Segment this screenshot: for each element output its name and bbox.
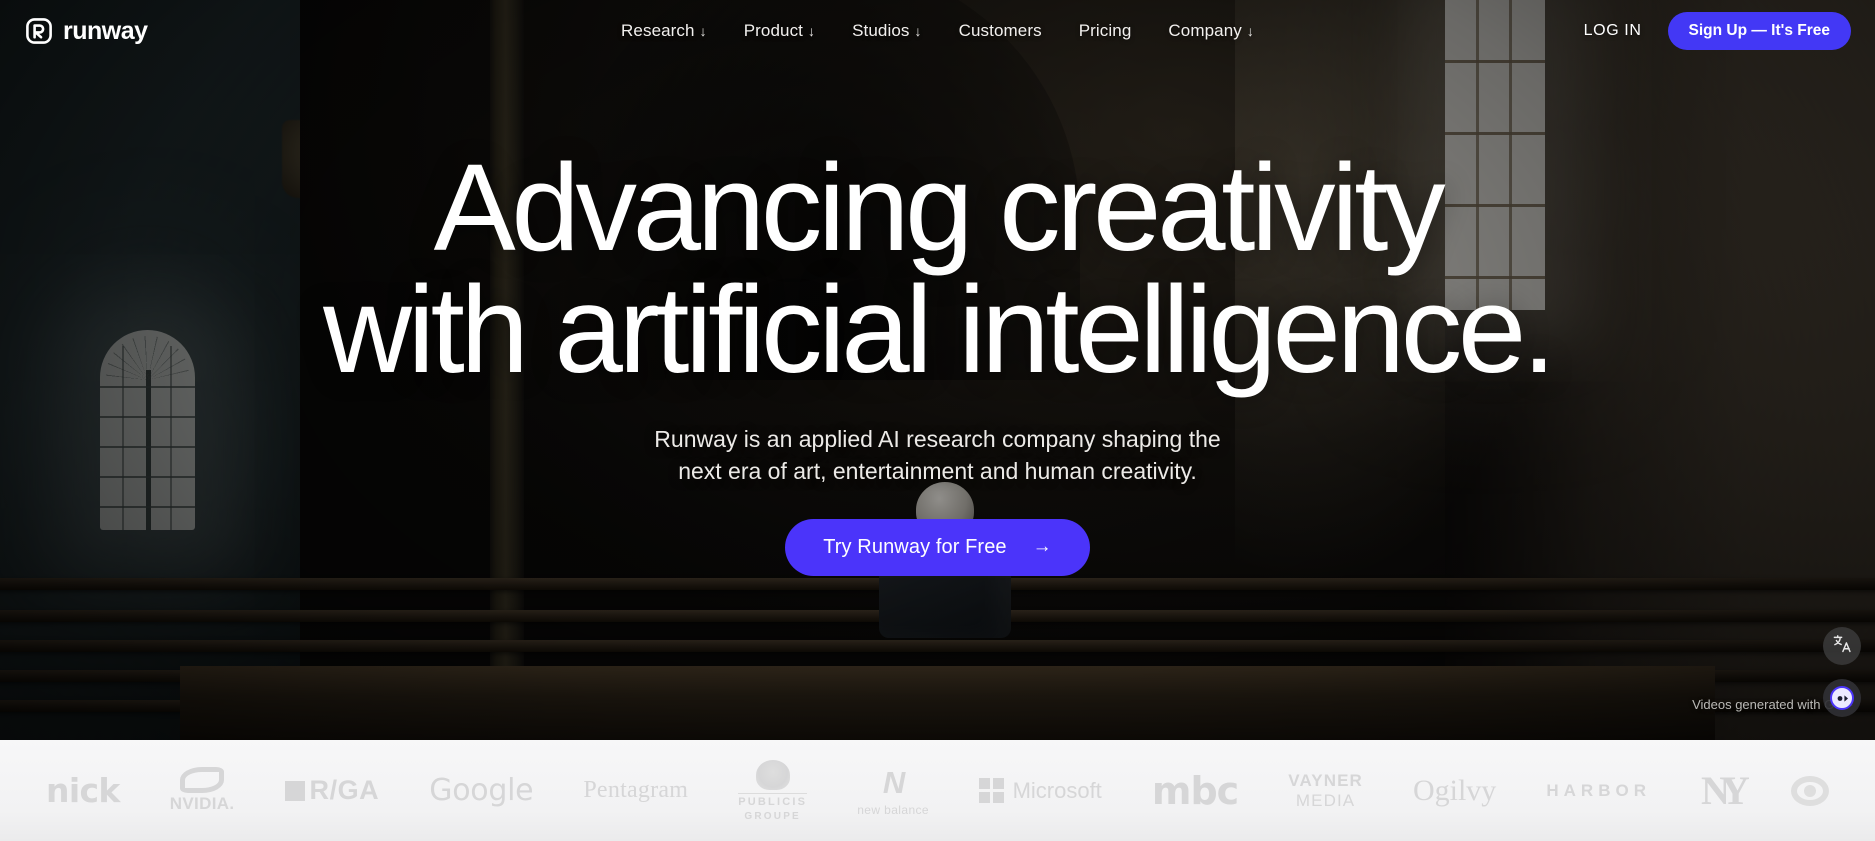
- cta-label: Try Runway for Free: [823, 535, 1007, 558]
- logo-new-york-yankees: NY: [1701, 767, 1750, 814]
- chevron-down-icon: ↓: [808, 23, 816, 39]
- nav-item-label: Customers: [958, 21, 1042, 40]
- translate-icon: [1832, 633, 1853, 659]
- nav-item-label: Studios: [852, 21, 910, 40]
- nav-item-company[interactable]: Company ↓: [1168, 21, 1254, 41]
- signup-button[interactable]: Sign Up — It's Free: [1667, 12, 1851, 50]
- new-balance-n-icon: N: [882, 764, 905, 800]
- nav-item-label: Pricing: [1078, 21, 1132, 40]
- hero-video-background: Advancing creativity with artificial int…: [0, 0, 1875, 740]
- logo-label: R/GA: [309, 775, 380, 805]
- logo-label: new balance: [857, 802, 929, 817]
- chat-support-button[interactable]: [1823, 679, 1861, 717]
- logo-google: Google: [429, 773, 534, 808]
- client-logo-bar: nick NVIDIA. R/GA Google Pentagram PUBLI…: [0, 740, 1875, 841]
- page-title: Advancing creativity with artificial int…: [0, 147, 1875, 399]
- headline-line-1: Advancing creativity: [433, 140, 1446, 277]
- hero-copy: Advancing creativity with artificial int…: [0, 147, 1875, 576]
- chat-icon: [1830, 686, 1854, 710]
- chevron-down-icon: ↓: [914, 23, 922, 39]
- logo-harbor: HARBOR: [1546, 780, 1651, 800]
- landing-page: Advancing creativity with artificial int…: [0, 0, 1875, 841]
- arrow-right-icon: →: [1032, 536, 1052, 558]
- logo-nick: nick: [46, 771, 120, 810]
- chevron-down-icon: ↓: [1246, 23, 1254, 39]
- top-navigation-bar: runway Research ↓ Product ↓ Studios ↓ Cu…: [0, 0, 1875, 62]
- nav-item-product[interactable]: Product ↓: [744, 21, 815, 41]
- translate-widget-button[interactable]: [1823, 627, 1861, 665]
- microsoft-tiles-icon: [979, 778, 1004, 803]
- logo-nvidia: NVIDIA.: [170, 767, 235, 814]
- logo-label: NVIDIA.: [169, 794, 235, 813]
- logo-vaynermedia: VAYNER MEDIA: [1288, 771, 1363, 811]
- nav-actions: LOG IN Sign Up — It's Free: [1584, 12, 1851, 50]
- rga-square-icon: [284, 780, 305, 801]
- nav-item-studios[interactable]: Studios ↓: [852, 21, 922, 41]
- nav-links: Research ↓ Product ↓ Studios ↓ Customers…: [621, 21, 1254, 41]
- subtitle-line-1: Runway is an applied AI research company…: [654, 425, 1221, 452]
- logo-label: Microsoft: [1012, 777, 1102, 803]
- logo-label: VAYNER: [1288, 770, 1363, 790]
- login-link[interactable]: LOG IN: [1584, 22, 1642, 40]
- logo-publicis-groupe: PUBLICIS GROUPE: [738, 759, 808, 822]
- logo-sublabel: MEDIA: [1295, 790, 1356, 810]
- runway-r-mark-icon: [26, 18, 52, 44]
- nav-item-label: Research: [621, 21, 695, 40]
- nav-item-label: Product: [743, 21, 803, 40]
- yankees-ny-icon: NY: [1701, 768, 1750, 813]
- nav-item-research[interactable]: Research ↓: [621, 21, 707, 41]
- nvidia-eye-icon: [180, 767, 225, 793]
- nav-item-label: Company: [1168, 21, 1242, 40]
- hero-subtitle: Runway is an applied AI research company…: [0, 423, 1875, 488]
- chevron-down-icon: ↓: [699, 23, 707, 39]
- logo-rga: R/GA: [284, 775, 380, 806]
- logo-label: PUBLICIS: [738, 792, 808, 808]
- nav-item-customers[interactable]: Customers: [959, 21, 1042, 41]
- logo-list: nick NVIDIA. R/GA Google Pentagram PUBLI…: [0, 759, 1875, 822]
- brand-logo[interactable]: runway: [26, 18, 148, 44]
- logo-cbs: [1790, 775, 1829, 806]
- logo-new-balance: N new balance: [857, 765, 929, 817]
- subtitle-line-2: next era of art, entertainment and human…: [678, 458, 1197, 485]
- logo-microsoft: Microsoft: [979, 778, 1102, 804]
- try-runway-for-free-button[interactable]: Try Runway for Free →: [785, 518, 1090, 576]
- cta-wrapper: Try Runway for Free →: [0, 518, 1875, 576]
- publicis-crest-icon: [755, 759, 790, 790]
- cbs-eye-icon: [1790, 775, 1829, 806]
- logo-sublabel: GROUPE: [744, 810, 801, 822]
- logo-mbc: mbc: [1151, 768, 1239, 813]
- headline-line-2: with artificial intelligence.: [323, 261, 1556, 399]
- brand-name: runway: [63, 16, 148, 45]
- logo-pentagram: Pentagram: [583, 777, 689, 803]
- nav-item-pricing[interactable]: Pricing: [1079, 21, 1132, 41]
- logo-ogilvy: Ogilvy: [1412, 773, 1497, 807]
